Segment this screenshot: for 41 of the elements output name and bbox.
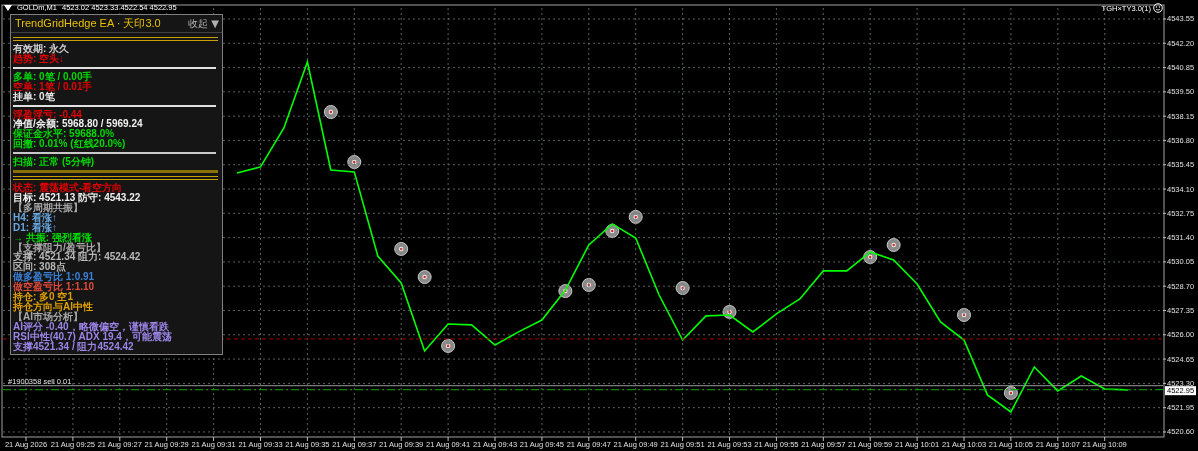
order-marker-icon: [347, 155, 362, 170]
panel-text: 浮盈浮亏: -0.44: [13, 109, 82, 120]
panel-text: 挂单: 0笔: [13, 91, 56, 102]
order-marker-icon: [863, 250, 878, 265]
panel-text: 做多盈亏比 1:0.91: [13, 272, 96, 283]
panel-text: 支撑: 4521.34 阻力: 4524.42: [13, 252, 142, 263]
panel-text: AI评分 -0.40，略微偏空，谨慎看跌: [13, 321, 169, 332]
panel-text: 持仓: 多0 空1: [13, 292, 73, 302]
panel-text: 做空盈亏比 1:1.10: [13, 282, 96, 293]
order-marker-icon: [628, 209, 643, 224]
order-marker-icon: [394, 241, 409, 256]
panel-text: H4: 看涨↑: [13, 212, 57, 223]
order-marker-icon: [722, 304, 737, 319]
panel-text: 状态: 震荡模式-看空方向: [13, 183, 123, 193]
order-marker-icon: [323, 105, 338, 119]
order-marker-icon: [558, 284, 573, 299]
order-marker-icon: [581, 277, 596, 292]
order-marker-icon: [886, 238, 901, 252]
panel-text: 净值/余额: 5968.80 / 5969.24: [13, 119, 144, 130]
order-marker-icon: [1003, 385, 1018, 400]
panel-title: TrendGridHedge EA · 天印3.0: [15, 16, 161, 31]
panel-text: 支撑4521.34 / 阻力4524.42: [13, 341, 134, 352]
panel-text: 空单: 1笔 / 0.01手: [13, 81, 94, 92]
panel-text: 持仓方向与AI中性: [13, 301, 94, 312]
smiley-icon: [1153, 3, 1163, 13]
panel-text: 目标: 4521.13 防守: 4543.22: [13, 192, 142, 203]
panel-text: 回撤: 0.01% (红线20.0%): [13, 139, 127, 150]
panel-text: → 共振: 强烈看涨: [13, 232, 92, 243]
panel-text: 扫描: 正常 (5分钟): [13, 157, 96, 168]
panel-text: 多单: 0笔 / 0.00手: [13, 71, 94, 82]
panel-text: 【AI市场分析】: [13, 311, 83, 322]
dropdown-triangle-icon[interactable]: [4, 4, 12, 11]
panel-text: 趋势: 空头↓: [13, 53, 65, 64]
collapse-button[interactable]: 收起 ▼: [187, 16, 220, 31]
panel-text: D1: 看涨↑: [13, 222, 58, 233]
order-marker-icon: [417, 270, 432, 284]
panel-text: 【多周期共振】: [13, 202, 83, 213]
panel-text: 有效期: 永久: [13, 44, 71, 54]
order-marker-icon: [675, 281, 690, 295]
order-marker-icon: [605, 223, 620, 238]
panel-text: RSI中性(40.7) ADX 19.4，可能震荡: [13, 331, 173, 342]
